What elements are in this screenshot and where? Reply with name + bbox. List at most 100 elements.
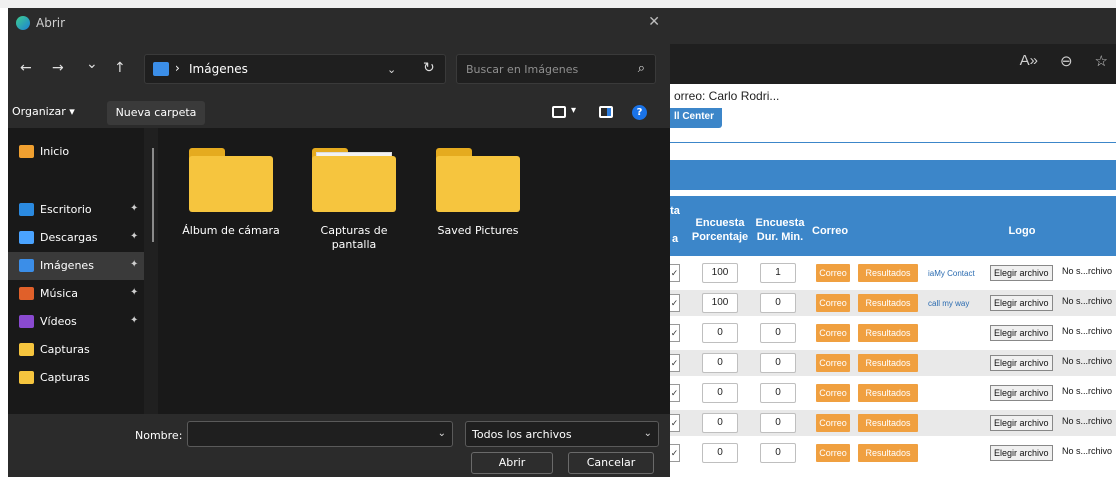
cancel-button[interactable]: Cancelar [568,452,654,474]
pictures-icon [153,62,169,76]
resultados-button[interactable]: Resultados [858,384,918,402]
resultados-button[interactable]: Resultados [858,354,918,372]
pin-icon[interactable]: ✦ [130,203,138,214]
pin-icon[interactable]: ✦ [130,259,138,270]
resultados-button[interactable]: Resultados [858,444,918,462]
correo-button[interactable]: Correo [816,324,850,342]
row-checkbox[interactable]: ✓ [670,384,680,402]
title-bar: Abrir ✕ [8,8,670,38]
call-center-tab[interactable]: ll Center [670,108,722,128]
row-checkbox[interactable]: ✓ [670,354,680,372]
sidebar-item[interactable]: Vídeos ✦ [8,308,144,336]
pin-icon[interactable]: ✦ [130,315,138,326]
search-input[interactable]: Buscar en Imágenes [466,63,578,76]
choose-file-button[interactable]: Elegir archivo [990,415,1053,431]
forward-button[interactable]: → [52,60,64,76]
row-checkbox[interactable]: ✓ [670,414,680,432]
organize-button[interactable]: Organizar ▾ [12,105,75,118]
sidebar-item[interactable]: Inicio [8,138,144,166]
read-aloud-icon[interactable]: A» [1020,52,1038,70]
row-checkbox[interactable]: ✓ [670,324,680,342]
encuesta-dur-input[interactable]: 0 [760,323,796,343]
recent-locations-button[interactable]: ⌄ [86,56,98,72]
resultados-button[interactable]: Resultados [858,414,918,432]
row-checkbox[interactable]: ✓ [670,444,680,462]
encuesta-porcentaje-input[interactable]: 0 [702,383,738,403]
file-name-input[interactable]: ⌄ [187,421,453,447]
row-checkbox[interactable]: ✓ [670,264,680,282]
zoom-out-icon[interactable]: ⊖ [1060,52,1073,70]
encuesta-porcentaje-input[interactable]: 100 [702,293,738,313]
sidebar-item[interactable]: Descargas ✦ [8,224,144,252]
favorite-icon[interactable]: ☆ [1095,52,1108,70]
encuesta-dur-input[interactable]: 0 [760,443,796,463]
search-box[interactable]: Buscar en Imágenes ⌕ [456,54,656,84]
sidebar-item[interactable]: Capturas [8,336,144,364]
file-list: Álbum de cámara Capturas de pantalla Saved… [158,128,670,414]
folder-icon [19,343,34,356]
choose-file-button[interactable]: Elegir archivo [990,265,1053,281]
command-bar: Organizar ▾ Nueva carpeta ▾ ? [8,98,670,128]
resultados-button[interactable]: Resultados [858,264,918,282]
encuesta-porcentaje-input[interactable]: 0 [702,323,738,343]
chevron-down-icon[interactable]: ⌄ [387,63,396,76]
choose-file-button[interactable]: Elegir archivo [990,325,1053,341]
view-icon[interactable] [552,106,566,118]
file-status-text: No s...rchivo [1062,266,1113,276]
open-button[interactable]: Abrir [471,452,553,474]
sidebar-item[interactable]: Imágenes ✦ [8,252,144,280]
sidebar-item[interactable]: Música ✦ [8,280,144,308]
dialog-title: Abrir [36,16,66,30]
chevron-down-icon[interactable]: ⌄ [438,428,446,439]
encuesta-porcentaje-input[interactable]: 0 [702,443,738,463]
choose-file-button[interactable]: Elegir archivo [990,445,1053,461]
sidebar-item[interactable]: Capturas [8,364,144,392]
help-icon[interactable]: ? [632,105,647,120]
breadcrumb-imagenes[interactable]: Imágenes [189,62,248,76]
correo-button[interactable]: Correo [816,264,850,282]
file-status-text: No s...rchivo [1062,326,1113,336]
folder-item[interactable]: Saved Pictures [428,148,528,238]
encuesta-dur-input[interactable]: 1 [760,263,796,283]
preview-pane-icon[interactable] [599,106,613,118]
edge-icon [16,16,30,30]
choose-file-button[interactable]: Elegir archivo [990,355,1053,371]
navigation-pane-scrollbar[interactable] [152,148,154,242]
sidebar-item-label: Imágenes [40,259,94,272]
up-button[interactable]: ↑ [114,60,126,76]
home-icon [19,145,34,158]
search-icon[interactable]: ⌕ [638,61,645,76]
chevron-down-icon[interactable]: ⌄ [644,428,652,439]
choose-file-button[interactable]: Elegir archivo [990,385,1053,401]
resultados-button[interactable]: Resultados [858,324,918,342]
encuesta-porcentaje-input[interactable]: 0 [702,413,738,433]
refresh-icon[interactable]: ↻ [423,60,435,76]
new-folder-button[interactable]: Nueva carpeta [107,101,205,125]
pin-icon[interactable]: ✦ [130,231,138,242]
file-type-select[interactable]: Todos los archivos ⌄ [465,421,659,447]
encuesta-porcentaje-input[interactable]: 100 [702,263,738,283]
row-checkbox[interactable]: ✓ [670,294,680,312]
encuesta-dur-input[interactable]: 0 [760,293,796,313]
correo-button[interactable]: Correo [816,444,850,462]
resultados-button[interactable]: Resultados [858,294,918,312]
back-button[interactable]: ← [20,60,32,76]
encuesta-porcentaje-input[interactable]: 0 [702,353,738,373]
encuesta-dur-input[interactable]: 0 [760,383,796,403]
close-icon[interactable]: ✕ [648,14,660,30]
table-row: ✓ 0 0 Correo Resultados Elegir archivo No s...… [670,380,1116,406]
folder-item[interactable]: Capturas de pantalla [304,148,404,252]
correo-button[interactable]: Correo [816,414,850,432]
encuesta-dur-input[interactable]: 0 [760,413,796,433]
correo-button[interactable]: Correo [816,384,850,402]
folder-item[interactable]: Álbum de cámara [181,148,281,238]
correo-button[interactable]: Correo [816,294,850,312]
encuesta-dur-input[interactable]: 0 [760,353,796,373]
choose-file-button[interactable]: Elegir archivo [990,295,1053,311]
view-dropdown-icon[interactable]: ▾ [571,105,576,116]
sidebar-item[interactable]: Escritorio ✦ [8,196,144,224]
correo-button[interactable]: Correo [816,354,850,372]
address-bar[interactable]: › Imágenes ⌄ ↻ [144,54,446,84]
pin-icon[interactable]: ✦ [130,287,138,298]
file-name-label: Nombre: [135,429,183,442]
